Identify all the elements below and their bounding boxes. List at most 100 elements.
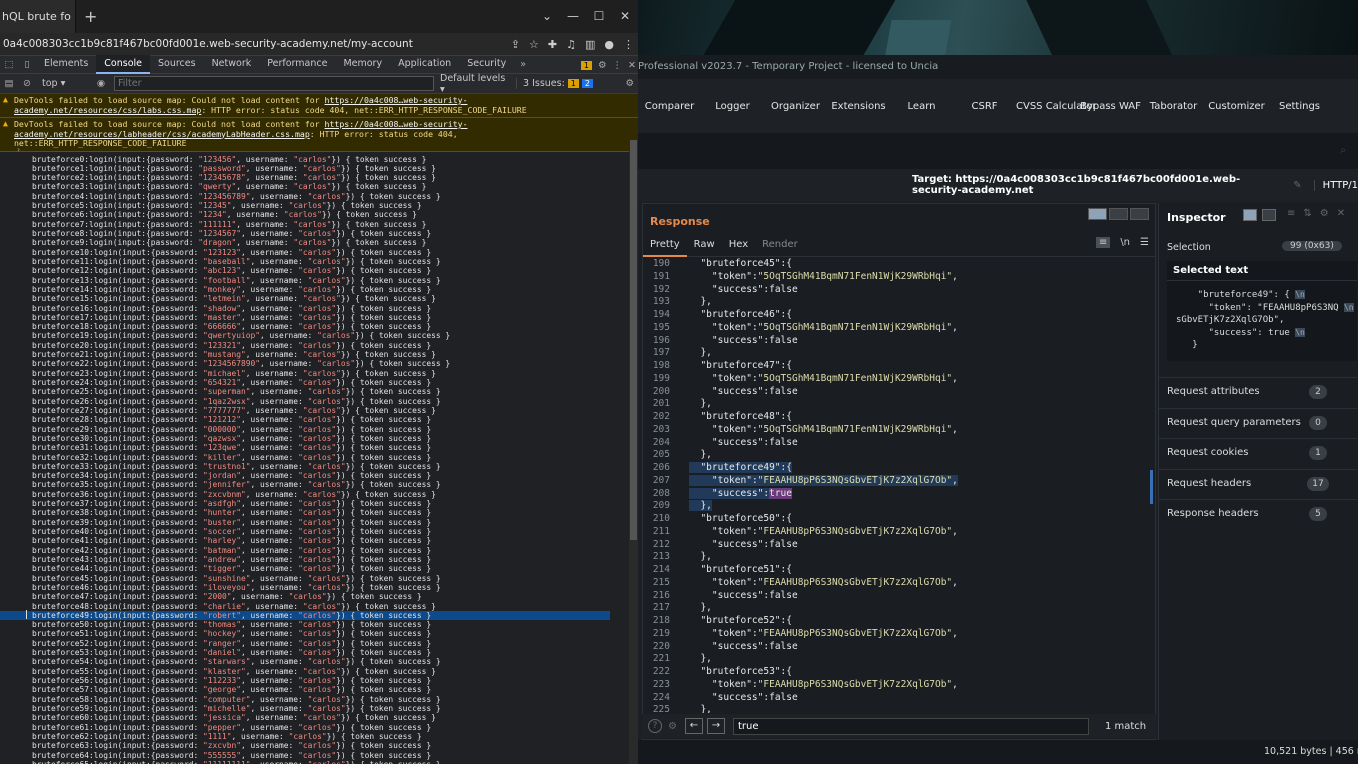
devtools-tab-security[interactable]: Security [459,55,514,74]
log-row[interactable]: bruteforce51:login(input:{password: "hoc… [0,629,638,638]
expand-chevron-icon[interactable]: › [17,145,20,154]
menu-customizer[interactable]: Customizer [1205,101,1268,112]
console-settings-icon[interactable]: ⚙ [625,78,634,89]
log-row[interactable]: bruteforce32:login(input:{password: "kil… [0,453,638,462]
close-devtools-icon[interactable]: ✕ [628,60,636,71]
issues-button[interactable]: 3 Issues: 1 2 [516,78,593,89]
log-row[interactable]: bruteforce0:login(input:{password: "1234… [0,155,638,164]
log-row[interactable]: bruteforce22:login(input:{password: "123… [0,359,638,368]
menu-cvss-calculator[interactable]: CVSS Calculator [1016,101,1096,112]
wrap-lines-icon[interactable]: ≡ [1095,237,1111,248]
log-row[interactable]: bruteforce63:login(input:{password: "zxc… [0,741,638,750]
star-icon[interactable]: ☆ [529,38,539,51]
log-row[interactable]: bruteforce31:login(input:{password: "123… [0,443,638,452]
inspector-layout-a-icon[interactable] [1243,209,1257,221]
log-row[interactable]: bruteforce61:login(input:{password: "pep… [0,723,638,732]
log-row[interactable]: bruteforce24:login(input:{password: "654… [0,378,638,387]
share-icon[interactable]: ⇪ [511,38,520,51]
menu-logger[interactable]: Logger [701,101,764,112]
log-row[interactable]: bruteforce38:login(input:{password: "hun… [0,508,638,517]
log-row[interactable]: bruteforce44:login(input:{password: "tig… [0,564,638,573]
devtools-tab-console[interactable]: Console [96,55,150,74]
log-row[interactable]: bruteforce64:login(input:{password: "555… [0,751,638,760]
log-row[interactable]: bruteforce13:login(input:{password: "foo… [0,276,638,285]
extensions-icon[interactable]: ✚ [548,38,557,51]
response-menu-icon[interactable]: ☰ [1140,237,1149,248]
console-filter-input[interactable] [114,76,434,91]
log-row[interactable]: bruteforce27:login(input:{password: "777… [0,406,638,415]
maximize-icon[interactable]: ☐ [586,0,612,33]
warn-count-badge[interactable]: 1 [580,61,592,70]
menu-taborator[interactable]: Taborator [1142,101,1205,112]
log-row[interactable]: bruteforce14:login(input:{password: "mon… [0,285,638,294]
device-toggle-icon[interactable]: ▯ [18,59,36,70]
log-row[interactable]: bruteforce59:login(input:{password: "mic… [0,704,638,713]
more-tabs-icon[interactable]: » [514,59,532,70]
log-row[interactable]: bruteforce2:login(input:{password: "1234… [0,173,638,182]
log-row[interactable]: bruteforce18:login(input:{password: "666… [0,322,638,331]
search-icon[interactable]: ⌕ [1340,145,1346,156]
media-icon[interactable]: ♫ [566,38,576,51]
browser-tab[interactable]: hQL brute fo ✕ [0,0,76,33]
log-row[interactable]: bruteforce9:login(input:{password: "drag… [0,238,638,247]
single-view-icon[interactable] [1130,208,1149,220]
log-row[interactable]: bruteforce39:login(input:{password: "bus… [0,518,638,527]
log-row[interactable]: bruteforce5:login(input:{password: "1234… [0,201,638,210]
prev-match-icon[interactable]: ← [684,718,703,734]
close-window-icon[interactable]: ✕ [612,0,638,33]
search-settings-icon[interactable]: ⚙ [668,721,677,732]
eye-icon[interactable]: ◉ [92,78,110,89]
log-row[interactable]: bruteforce50:login(input:{password: "tho… [0,620,638,629]
devtools-tab-network[interactable]: Network [204,55,260,74]
log-row[interactable]: bruteforce21:login(input:{password: "mus… [0,350,638,359]
menu-learn[interactable]: Learn [890,101,953,112]
horizontal-view-icon[interactable] [1109,208,1128,220]
next-match-icon[interactable]: → [706,718,725,734]
log-row[interactable]: bruteforce48:login(input:{password: "cha… [0,602,638,611]
log-row[interactable]: bruteforce6:login(input:{password: "1234… [0,210,638,219]
menu-comparer[interactable]: Comparer [638,101,701,112]
menu-csrf[interactable]: CSRF [953,101,1016,112]
log-row[interactable]: bruteforce29:login(input:{password: "000… [0,425,638,434]
context-select[interactable]: top ▾ [42,78,92,89]
menu-extensions[interactable]: Extensions [827,101,890,112]
log-row[interactable]: bruteforce26:login(input:{password: "1qa… [0,397,638,406]
log-row[interactable]: bruteforce17:login(input:{password: "mas… [0,313,638,322]
devtools-tab-elements[interactable]: Elements [36,55,96,74]
devtools-menu-icon[interactable]: ⋮ [613,60,623,71]
log-row[interactable]: bruteforce53:login(input:{password: "dan… [0,648,638,657]
inspector-row[interactable]: Request attributes 2 [1159,377,1357,405]
selected-text-content[interactable]: "bruteforce49": { \n "token": "FEAAHU8pP… [1167,281,1357,352]
log-row[interactable]: bruteforce55:login(input:{password: "kla… [0,667,638,676]
log-row[interactable]: bruteforce60:login(input:{password: "jes… [0,713,638,722]
sidepanel-icon[interactable]: ▥ [585,38,595,51]
log-row[interactable]: bruteforce4:login(input:{password: "1234… [0,192,638,201]
response-tab-pretty[interactable]: Pretty [643,233,687,257]
log-row[interactable]: bruteforce8:login(input:{password: "1234… [0,229,638,238]
scroll-thumb[interactable] [630,140,637,540]
log-row[interactable]: bruteforce20:login(input:{password: "123… [0,341,638,350]
minimize-icon[interactable]: — [560,0,586,33]
log-row[interactable]: bruteforce23:login(input:{password: "mic… [0,369,638,378]
inspect-icon[interactable]: ⬚ [0,59,18,70]
log-row[interactable]: bruteforce54:login(input:{password: "sta… [0,657,638,666]
edit-target-icon[interactable]: ✎ [1293,180,1301,191]
inspector-row[interactable]: Response headers 5 [1159,499,1357,527]
log-row[interactable]: bruteforce16:login(input:{password: "sha… [0,304,638,313]
menu-organizer[interactable]: Organizer [764,101,827,112]
log-row[interactable]: bruteforce49:login(input:{password: "rob… [0,610,610,621]
menu-settings[interactable]: Settings [1268,101,1331,112]
response-code[interactable]: 190 "bruteforce45":{191 "token":"5OqTSGh… [643,258,1155,713]
response-search-input[interactable] [732,717,1089,735]
clear-console-icon[interactable]: ⊘ [18,78,36,89]
sidebar-toggle-icon[interactable]: ▤ [0,78,18,89]
address-bar[interactable]: 0a4c008303cc1b9c81f467bc00fd001e.web-sec… [0,33,638,55]
log-row[interactable]: bruteforce58:login(input:{password: "com… [0,695,638,704]
log-row[interactable]: bruteforce41:login(input:{password: "har… [0,536,638,545]
log-row[interactable]: bruteforce52:login(input:{password: "ran… [0,639,638,648]
log-row[interactable]: bruteforce34:login(input:{password: "jor… [0,471,638,480]
log-row[interactable]: bruteforce10:login(input:{password: "123… [0,248,638,257]
menu-bypass-waf[interactable]: Bypass WAF [1079,101,1142,112]
log-row[interactable]: bruteforce42:login(input:{password: "bat… [0,546,638,555]
profile-icon[interactable]: ● [604,38,614,51]
